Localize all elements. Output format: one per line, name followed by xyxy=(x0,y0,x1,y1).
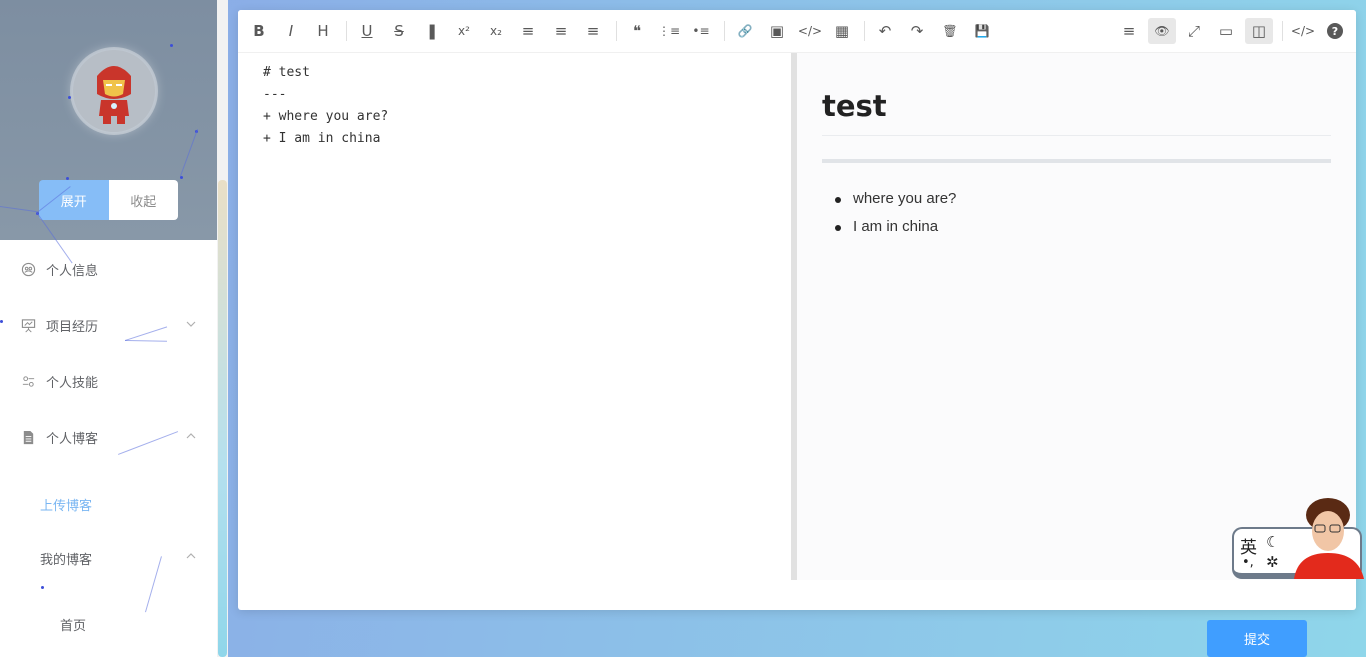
preview-heading: test xyxy=(822,89,887,123)
heading-icon[interactable]: H xyxy=(309,18,337,44)
list-item: I am in china xyxy=(822,218,956,246)
toolbar-separator xyxy=(1282,21,1283,41)
sidebar-subitem-home[interactable]: 首页 xyxy=(60,615,86,634)
ordered-list-icon[interactable]: ⋮≡ xyxy=(655,18,683,44)
toolbar-separator xyxy=(616,21,617,41)
link-icon[interactable]: 🔗 xyxy=(731,18,759,44)
sidebar-scrollbar[interactable] xyxy=(218,180,227,657)
sidebar-item-label: 个人博客 xyxy=(46,431,99,447)
sidebar: 展开 收起 个人信息 项目经历 个人技能 个人博客 上传博客 我的博客 首页 xyxy=(0,0,228,657)
preview-horizontal-rule xyxy=(822,159,1331,163)
particle-dot xyxy=(66,177,69,180)
split-view-icon[interactable]: ◫ xyxy=(1245,18,1273,44)
align-right-icon[interactable]: ≡ xyxy=(579,18,607,44)
undo-icon[interactable]: ↶ xyxy=(871,18,899,44)
chevron-up-icon xyxy=(186,433,196,439)
presentation-icon xyxy=(20,317,36,333)
heading-underline xyxy=(822,135,1331,136)
sidebar-item-label: 个人技能 xyxy=(46,375,99,391)
sidebar-item-personal-info[interactable]: 个人信息 xyxy=(0,241,218,297)
particle-dot xyxy=(170,44,173,47)
strikethrough-icon[interactable]: S xyxy=(385,18,413,44)
subscript-icon[interactable]: x₂ xyxy=(482,18,510,44)
preview-list: where you are? I am in china xyxy=(822,190,956,246)
editor-toolbar: B I H U S ❚ x² x₂ ≡ ≡ ≡ ❝ ⋮≡ •≡ 🔗 ▣ </> ▦ ↶ ↷ 🗑 💾 ≡ 👁 ⤢ ▭ ◫ </>? xyxy=(238,10,1356,53)
bold-icon[interactable]: B xyxy=(245,18,273,44)
collapse-button[interactable]: 收起 xyxy=(108,180,178,220)
user-circle-icon xyxy=(20,261,36,277)
redo-icon[interactable]: ↷ xyxy=(903,18,931,44)
italic-icon[interactable]: I xyxy=(277,18,305,44)
trash-icon[interactable]: 🗑 xyxy=(936,18,964,44)
image-icon[interactable]: ▣ xyxy=(763,18,791,44)
iron-man-avatar-icon xyxy=(73,50,155,132)
html-code-icon[interactable]: </> xyxy=(1289,18,1317,44)
skills-icon xyxy=(20,373,36,389)
sidebar-subitem-my-blog[interactable]: 我的博客 xyxy=(40,549,92,568)
sidebar-item-projects[interactable]: 项目经历 xyxy=(0,297,218,353)
align-center-icon[interactable]: ≡ xyxy=(547,18,575,44)
table-icon[interactable]: ▦ xyxy=(828,18,856,44)
navigation-icon[interactable]: ≡ xyxy=(1115,18,1143,44)
sidebar-header: 展开 收起 xyxy=(0,0,228,240)
superscript-icon[interactable]: x² xyxy=(450,18,478,44)
particle-dot xyxy=(41,586,44,589)
particle-line xyxy=(145,556,162,613)
markdown-preview-pane: test where you are? I am in china xyxy=(797,53,1356,580)
sidebar-item-skills[interactable]: 个人技能 xyxy=(0,353,218,409)
toolbar-separator xyxy=(864,21,865,41)
underline-icon[interactable]: U xyxy=(353,18,381,44)
save-icon[interactable]: 💾 xyxy=(968,18,996,44)
preview-toggle-icon[interactable]: 👁 xyxy=(1148,18,1176,44)
expand-collapse-toggle: 展开 收起 xyxy=(39,180,178,220)
fullscreen-icon[interactable]: ⤢ xyxy=(1180,18,1208,44)
help-icon[interactable]: ? xyxy=(1327,23,1343,39)
window-icon[interactable]: ▭ xyxy=(1212,18,1240,44)
toolbar-separator xyxy=(346,21,347,41)
expand-button[interactable]: 展开 xyxy=(39,180,109,220)
sidebar-item-label: 项目经历 xyxy=(46,319,99,335)
ime-mascot-icon xyxy=(1294,498,1364,579)
unordered-list-icon[interactable]: •≡ xyxy=(687,18,715,44)
toolbar-separator xyxy=(724,21,725,41)
align-left-icon[interactable]: ≡ xyxy=(514,18,542,44)
markdown-source-pane[interactable]: # test --- + where you are? + I am in ch… xyxy=(238,53,791,580)
bookmark-icon[interactable]: ❚ xyxy=(418,18,446,44)
code-icon[interactable]: </> xyxy=(796,18,824,44)
list-item: where you are? xyxy=(822,190,956,218)
chevron-up-icon xyxy=(186,553,196,559)
source-line: --- xyxy=(263,87,287,102)
source-line: + where you are? xyxy=(263,109,389,124)
particle-dot xyxy=(0,320,3,323)
chevron-down-icon xyxy=(186,321,196,327)
quote-icon[interactable]: ❝ xyxy=(623,18,651,44)
sidebar-item-blog[interactable]: 个人博客 xyxy=(0,409,218,465)
source-line: # test xyxy=(263,65,310,80)
sidebar-subitem-upload-blog[interactable]: 上传博客 xyxy=(40,495,92,514)
butterfly-icon: ✲ xyxy=(1266,553,1279,571)
markdown-editor: B I H U S ❚ x² x₂ ≡ ≡ ≡ ❝ ⋮≡ •≡ 🔗 ▣ </> ▦ ↶ ↷ 🗑 💾 ≡ 👁 ⤢ ▭ ◫ </>? # … xyxy=(238,10,1356,610)
particle-dot xyxy=(68,96,71,99)
source-line: + I am in china xyxy=(263,131,381,146)
avatar xyxy=(73,50,155,132)
submit-button[interactable]: 提交 xyxy=(1207,620,1307,657)
moon-icon: ☾ xyxy=(1266,533,1280,551)
document-icon xyxy=(20,429,36,445)
ime-punctuation-label: •, xyxy=(1242,555,1254,570)
